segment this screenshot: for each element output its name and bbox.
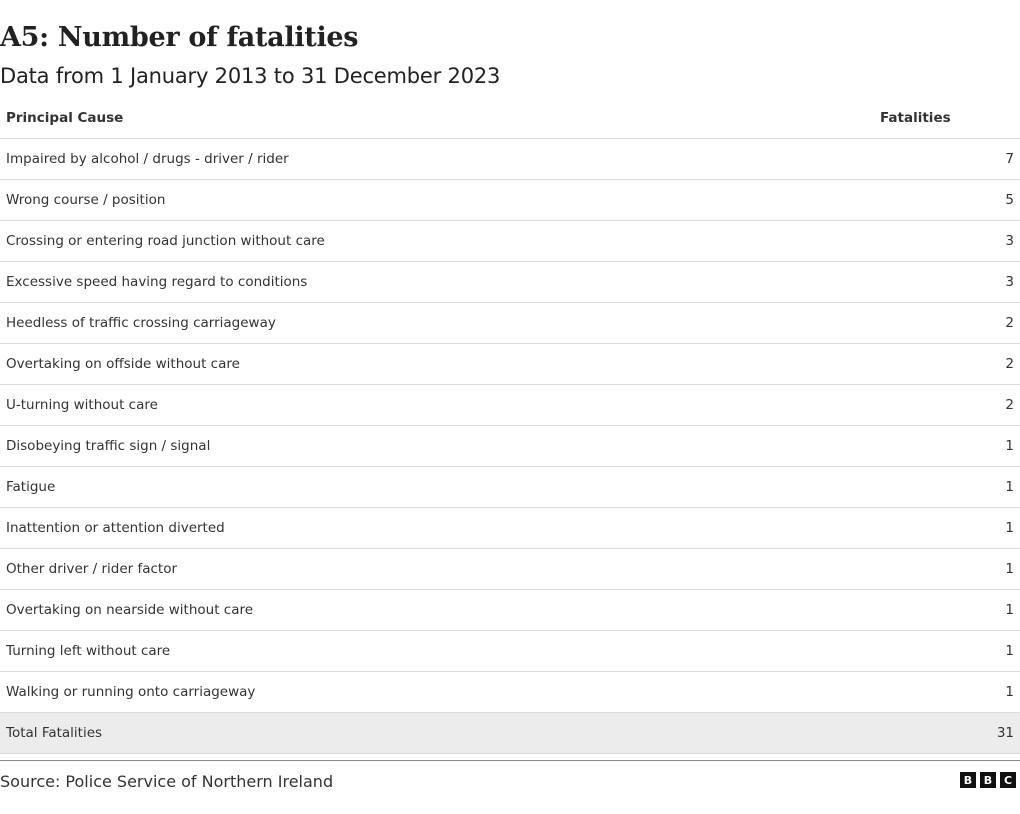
bbc-logo-letter: B [960,772,976,788]
cause-cell: Wrong course / position [0,179,878,221]
fatalities-cell: 5 [878,179,1020,221]
fatalities-cell: 1 [878,507,1020,549]
footer-divider [0,760,1020,761]
table-header-row: Principal Cause Fatalities [0,98,1020,139]
table-row: Walking or running onto carriageway 1 [0,671,1020,713]
table-row: U-turning without care 2 [0,384,1020,426]
column-header-fatalities: Fatalities [878,98,1020,139]
column-header-cause: Principal Cause [0,98,878,139]
total-row: Total Fatalities 31 [0,712,1020,754]
cause-cell: Excessive speed having regard to conditi… [0,261,878,303]
fatalities-cell: 3 [878,261,1020,303]
cause-cell: Inattention or attention diverted [0,507,878,549]
cause-cell: Heedless of traffic crossing carriageway [0,302,878,344]
cause-cell: Overtaking on nearside without care [0,589,878,631]
cause-cell: Walking or running onto carriageway [0,671,878,713]
fatalities-cell: 2 [878,343,1020,385]
fatalities-cell: 7 [878,138,1020,180]
fatalities-cell: 3 [878,220,1020,262]
table-row: Heedless of traffic crossing carriageway… [0,302,1020,344]
source-note: Source: Police Service of Northern Irela… [0,772,334,791]
cause-cell: Other driver / rider factor [0,548,878,590]
cause-cell: Fatigue [0,466,878,508]
table-row: Turning left without care 1 [0,630,1020,672]
table-row: Other driver / rider factor 1 [0,548,1020,590]
bbc-logo-letter: C [1000,772,1016,788]
fatalities-cell: 2 [878,384,1020,426]
table-row: Overtaking on offside without care 2 [0,343,1020,385]
table-row: Fatigue 1 [0,466,1020,508]
fatalities-cell: 1 [878,425,1020,467]
table-row: Wrong course / position 5 [0,179,1020,221]
total-value: 31 [878,712,1020,754]
table-row: Excessive speed having regard to conditi… [0,261,1020,303]
bbc-logo-letter: B [980,772,996,788]
table-row: Overtaking on nearside without care 1 [0,589,1020,631]
table-row: Disobeying traffic sign / signal 1 [0,425,1020,467]
table-row: Impaired by alcohol / drugs - driver / r… [0,138,1020,180]
fatalities-cell: 1 [878,630,1020,672]
cause-cell: Crossing or entering road junction witho… [0,220,878,262]
cause-cell: Disobeying traffic sign / signal [0,425,878,467]
chart-title: A5: Number of fatalities [0,22,359,53]
fatalities-cell: 2 [878,302,1020,344]
chart-subtitle: Data from 1 January 2013 to 31 December … [0,64,501,88]
fatalities-cell: 1 [878,466,1020,508]
fatalities-table: Principal Cause Fatalities Impaired by a… [0,98,1020,754]
fatalities-cell: 1 [878,671,1020,713]
cause-cell: Turning left without care [0,630,878,672]
bbc-logo: B B C [960,772,1016,788]
fatalities-cell: 1 [878,589,1020,631]
fatalities-cell: 1 [878,548,1020,590]
cause-cell: U-turning without care [0,384,878,426]
cause-cell: Impaired by alcohol / drugs - driver / r… [0,138,878,180]
total-label: Total Fatalities [0,712,878,754]
cause-cell: Overtaking on offside without care [0,343,878,385]
table-row: Inattention or attention diverted 1 [0,507,1020,549]
table-row: Crossing or entering road junction witho… [0,220,1020,262]
